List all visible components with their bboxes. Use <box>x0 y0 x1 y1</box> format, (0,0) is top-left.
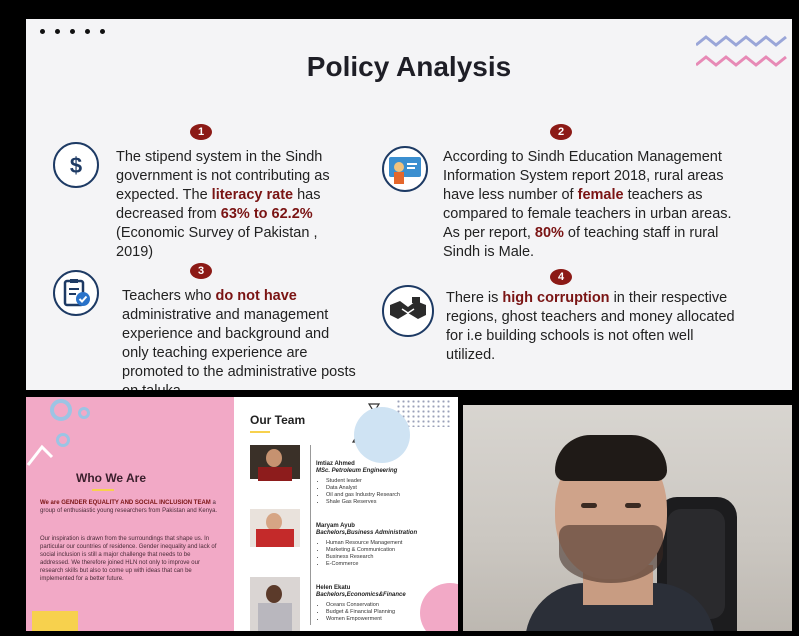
dollar-icon: $ <box>53 142 99 188</box>
slide-dots-decoration <box>40 29 105 34</box>
circle-decoration <box>354 407 410 463</box>
who-we-are-slide: Who We Are We are GENDER EQUALITY AND SO… <box>26 397 234 631</box>
avatar-maryam <box>250 509 300 547</box>
divider <box>310 445 311 625</box>
who-we-are-body: Our inspiration is drawn from the surrou… <box>40 536 217 582</box>
teacher-icon <box>382 146 428 192</box>
shared-slide: Policy Analysis 1 $ The stipend system i… <box>26 19 792 390</box>
our-team-heading: Our Team <box>250 413 306 427</box>
avatar-helen <box>250 577 300 631</box>
person-beard <box>559 525 663 583</box>
point-2-number-badge: 2 <box>550 124 572 140</box>
team-member-maryam: Maryam Ayub Bachelors,Business Administr… <box>316 523 456 568</box>
person-eye-right <box>625 503 641 508</box>
point-4-number-badge: 4 <box>550 269 572 285</box>
point-4-text: There is high corruption in their respec… <box>446 290 735 363</box>
who-we-are-intro: We are GENDER EQUALITY AND SOCIAL INCLUS… <box>40 500 218 514</box>
person-eye-left <box>581 503 597 508</box>
yellow-block-decoration <box>32 611 78 631</box>
webcam-video-feed[interactable] <box>463 405 792 631</box>
point-3-number-badge: 3 <box>190 263 212 279</box>
line-decoration <box>26 444 54 466</box>
svg-text:$: $ <box>70 153 82 178</box>
slide-title: Policy Analysis <box>306 51 512 82</box>
avatar-imtiaz <box>250 445 300 481</box>
our-team-slide: Our Team Imtiaz Ahmed MSc. Petroleum Eng… <box>234 397 458 631</box>
team-member-imtiaz: Imtiaz Ahmed MSc. Petroleum Engineering … <box>316 461 456 506</box>
heading-underline <box>92 489 114 491</box>
heading-underline <box>250 431 270 433</box>
checklist-icon <box>53 270 99 316</box>
point-1-text: The stipend system in the Sindh governme… <box>116 149 330 260</box>
handshake-icon <box>382 285 434 337</box>
point-1-number-badge: 1 <box>190 124 212 140</box>
point-3-text: Teachers who do not have administrative … <box>122 288 356 390</box>
circle-decoration <box>50 399 72 421</box>
circle-decoration <box>78 407 90 419</box>
who-we-are-heading: Who We Are <box>76 471 147 485</box>
person-hair <box>555 435 667 481</box>
point-2-text: According to Sindh Education Management … <box>443 149 732 260</box>
team-member-helen: Helen Ekatu Bachelors,Economics&Finance … <box>316 585 456 623</box>
